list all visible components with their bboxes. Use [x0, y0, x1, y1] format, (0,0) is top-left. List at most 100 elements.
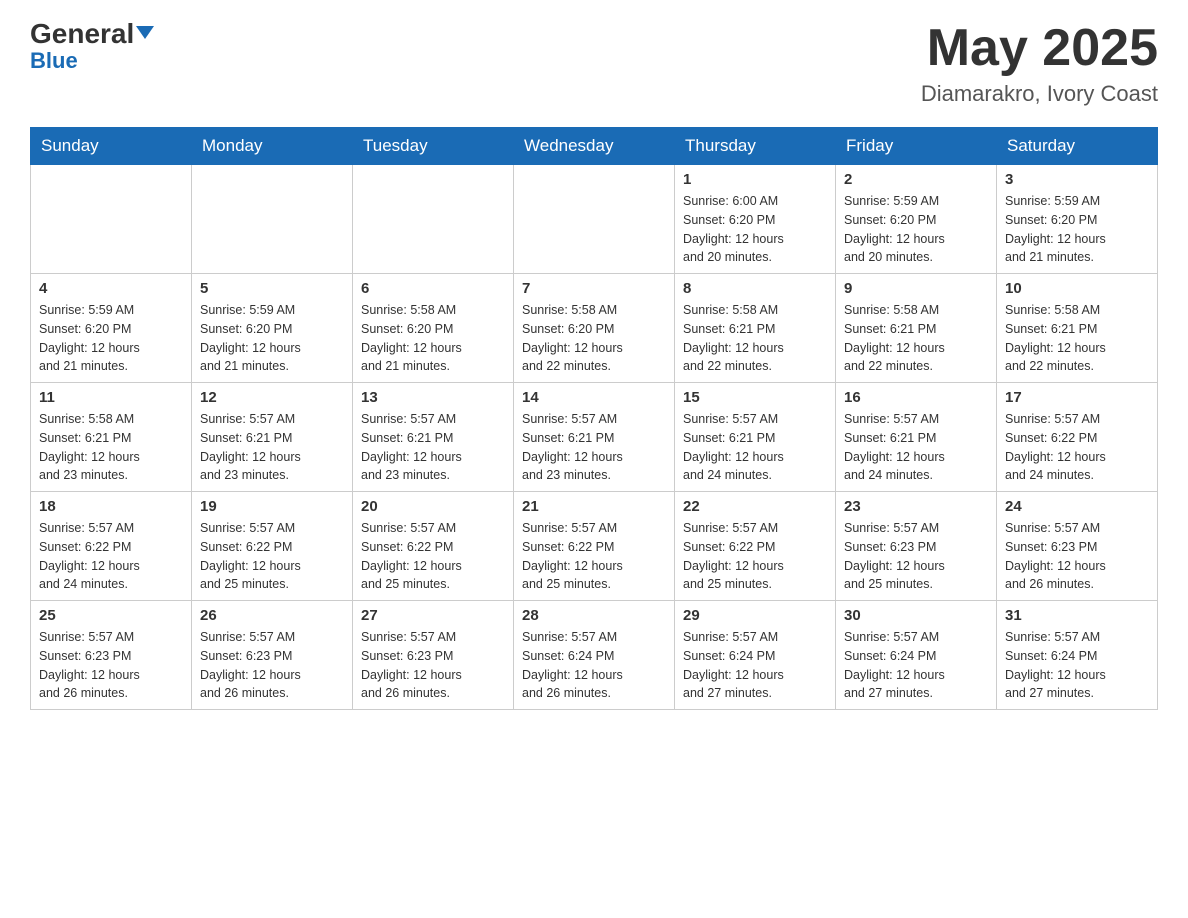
day-info: Sunrise: 5:57 AMSunset: 6:22 PMDaylight:…: [361, 519, 505, 594]
day-number: 27: [361, 607, 505, 624]
day-number: 24: [1005, 498, 1149, 515]
month-title: May 2025: [921, 20, 1158, 77]
day-number: 25: [39, 607, 183, 624]
day-number: 12: [200, 389, 344, 406]
calendar-cell: [514, 165, 675, 274]
calendar-cell: 21 Sunrise: 5:57 AMSunset: 6:22 PMDayligh…: [514, 492, 675, 601]
week-row: 11Sunrise: 5:58 AMSunset: 6:21 PMDayligh…: [31, 383, 1158, 492]
calendar-table: SundayMondayTuesdayWednesdayThursdayFrid…: [30, 127, 1158, 710]
calendar-cell: 18 Sunrise: 5:57 AMSunset: 6:22 PMDayligh…: [31, 492, 192, 601]
day-number: 20: [361, 498, 505, 515]
day-info: Sunrise: 5:57 AMSunset: 6:21 PMDaylight:…: [361, 410, 505, 485]
calendar-day-header: Thursday: [675, 128, 836, 165]
day-number: 2: [844, 171, 988, 188]
title-section: May 2025 Diamarakro, Ivory Coast: [921, 20, 1158, 107]
day-info: Sunrise: 5:58 AMSunset: 6:21 PMDaylight:…: [683, 301, 827, 376]
day-info: Sunrise: 5:57 AMSunset: 6:23 PMDaylight:…: [361, 628, 505, 703]
calendar-cell: 8 Sunrise: 5:58 AMSunset: 6:21 PMDaylight…: [675, 274, 836, 383]
day-number: 1: [683, 171, 827, 188]
day-info: Sunrise: 5:57 AMSunset: 6:21 PMDaylight:…: [522, 410, 666, 485]
logo-general-text: General: [30, 20, 134, 48]
calendar-day-header: Saturday: [997, 128, 1158, 165]
day-info: Sunrise: 5:59 AMSunset: 6:20 PMDaylight:…: [200, 301, 344, 376]
day-info: Sunrise: 5:57 AMSunset: 6:24 PMDaylight:…: [844, 628, 988, 703]
day-number: 15: [683, 389, 827, 406]
day-info: Sunrise: 5:57 AMSunset: 6:23 PMDaylight:…: [200, 628, 344, 703]
calendar-cell: 9 Sunrise: 5:58 AMSunset: 6:21 PMDaylight…: [836, 274, 997, 383]
day-number: 28: [522, 607, 666, 624]
calendar-day-header: Tuesday: [353, 128, 514, 165]
location-text: Diamarakro, Ivory Coast: [921, 81, 1158, 107]
day-number: 7: [522, 280, 666, 297]
day-info: Sunrise: 5:57 AMSunset: 6:22 PMDaylight:…: [522, 519, 666, 594]
calendar-cell: 29Sunrise: 5:57 AMSunset: 6:24 PMDayligh…: [675, 601, 836, 710]
logo-blue-text: Blue: [30, 48, 78, 73]
day-info: Sunrise: 5:58 AMSunset: 6:21 PMDaylight:…: [1005, 301, 1149, 376]
week-row: 1 Sunrise: 6:00 AMSunset: 6:20 PMDaylight…: [31, 165, 1158, 274]
calendar-cell: 4 Sunrise: 5:59 AMSunset: 6:20 PMDaylight…: [31, 274, 192, 383]
day-info: Sunrise: 5:57 AMSunset: 6:22 PMDaylight:…: [39, 519, 183, 594]
day-info: Sunrise: 5:57 AMSunset: 6:21 PMDaylight:…: [200, 410, 344, 485]
day-info: Sunrise: 5:57 AMSunset: 6:24 PMDaylight:…: [683, 628, 827, 703]
calendar-cell: 11Sunrise: 5:58 AMSunset: 6:21 PMDayligh…: [31, 383, 192, 492]
day-info: Sunrise: 5:59 AMSunset: 6:20 PMDaylight:…: [844, 192, 988, 267]
day-number: 16: [844, 389, 988, 406]
calendar-day-header: Friday: [836, 128, 997, 165]
calendar-cell: 16Sunrise: 5:57 AMSunset: 6:21 PMDayligh…: [836, 383, 997, 492]
day-number: 31: [1005, 607, 1149, 624]
calendar-cell: 23Sunrise: 5:57 AMSunset: 6:23 PMDayligh…: [836, 492, 997, 601]
day-info: Sunrise: 5:57 AMSunset: 6:24 PMDaylight:…: [1005, 628, 1149, 703]
calendar-day-header: Monday: [192, 128, 353, 165]
day-number: 23: [844, 498, 988, 515]
calendar-cell: 3 Sunrise: 5:59 AMSunset: 6:20 PMDaylight…: [997, 165, 1158, 274]
day-info: Sunrise: 5:57 AMSunset: 6:21 PMDaylight:…: [683, 410, 827, 485]
calendar-cell: 24 Sunrise: 5:57 AMSunset: 6:23 PMDayligh…: [997, 492, 1158, 601]
day-info: Sunrise: 6:00 AMSunset: 6:20 PMDaylight:…: [683, 192, 827, 267]
day-info: Sunrise: 5:57 AMSunset: 6:22 PMDaylight:…: [1005, 410, 1149, 485]
day-info: Sunrise: 5:59 AMSunset: 6:20 PMDaylight:…: [1005, 192, 1149, 267]
week-row: 18 Sunrise: 5:57 AMSunset: 6:22 PMDayligh…: [31, 492, 1158, 601]
day-info: Sunrise: 5:57 AMSunset: 6:22 PMDaylight:…: [683, 519, 827, 594]
calendar-cell: 13 Sunrise: 5:57 AMSunset: 6:21 PMDayligh…: [353, 383, 514, 492]
day-number: 3: [1005, 171, 1149, 188]
day-info: Sunrise: 5:58 AMSunset: 6:21 PMDaylight:…: [844, 301, 988, 376]
calendar-cell: 20 Sunrise: 5:57 AMSunset: 6:22 PMDayligh…: [353, 492, 514, 601]
calendar-cell: 15 Sunrise: 5:57 AMSunset: 6:21 PMDayligh…: [675, 383, 836, 492]
day-info: Sunrise: 5:57 AMSunset: 6:23 PMDaylight:…: [1005, 519, 1149, 594]
day-info: Sunrise: 5:57 AMSunset: 6:24 PMDaylight:…: [522, 628, 666, 703]
calendar-cell: 22 Sunrise: 5:57 AMSunset: 6:22 PMDayligh…: [675, 492, 836, 601]
day-number: 17: [1005, 389, 1149, 406]
calendar-header-row: SundayMondayTuesdayWednesdayThursdayFrid…: [31, 128, 1158, 165]
week-row: 4 Sunrise: 5:59 AMSunset: 6:20 PMDaylight…: [31, 274, 1158, 383]
day-number: 6: [361, 280, 505, 297]
day-number: 10: [1005, 280, 1149, 297]
day-number: 8: [683, 280, 827, 297]
calendar-cell: 25Sunrise: 5:57 AMSunset: 6:23 PMDayligh…: [31, 601, 192, 710]
calendar-cell: 30 Sunrise: 5:57 AMSunset: 6:24 PMDayligh…: [836, 601, 997, 710]
day-info: Sunrise: 5:59 AMSunset: 6:20 PMDaylight:…: [39, 301, 183, 376]
day-info: Sunrise: 5:58 AMSunset: 6:20 PMDaylight:…: [522, 301, 666, 376]
calendar-cell: 28 Sunrise: 5:57 AMSunset: 6:24 PMDayligh…: [514, 601, 675, 710]
day-number: 26: [200, 607, 344, 624]
day-info: Sunrise: 5:58 AMSunset: 6:20 PMDaylight:…: [361, 301, 505, 376]
day-number: 4: [39, 280, 183, 297]
day-number: 18: [39, 498, 183, 515]
calendar-cell: 26 Sunrise: 5:57 AMSunset: 6:23 PMDayligh…: [192, 601, 353, 710]
day-number: 22: [683, 498, 827, 515]
day-number: 30: [844, 607, 988, 624]
calendar-day-header: Sunday: [31, 128, 192, 165]
logo-arrow-icon: [136, 26, 154, 39]
calendar-cell: 1 Sunrise: 6:00 AMSunset: 6:20 PMDaylight…: [675, 165, 836, 274]
calendar-cell: 31 Sunrise: 5:57 AMSunset: 6:24 PMDayligh…: [997, 601, 1158, 710]
day-number: 13: [361, 389, 505, 406]
calendar-cell: 27 Sunrise: 5:57 AMSunset: 6:23 PMDayligh…: [353, 601, 514, 710]
calendar-cell: 14 Sunrise: 5:57 AMSunset: 6:21 PMDayligh…: [514, 383, 675, 492]
calendar-cell: [192, 165, 353, 274]
logo: General Blue: [30, 20, 154, 74]
calendar-cell: 12 Sunrise: 5:57 AMSunset: 6:21 PMDayligh…: [192, 383, 353, 492]
calendar-cell: 5 Sunrise: 5:59 AMSunset: 6:20 PMDaylight…: [192, 274, 353, 383]
day-number: 5: [200, 280, 344, 297]
day-number: 21: [522, 498, 666, 515]
day-number: 9: [844, 280, 988, 297]
day-number: 14: [522, 389, 666, 406]
